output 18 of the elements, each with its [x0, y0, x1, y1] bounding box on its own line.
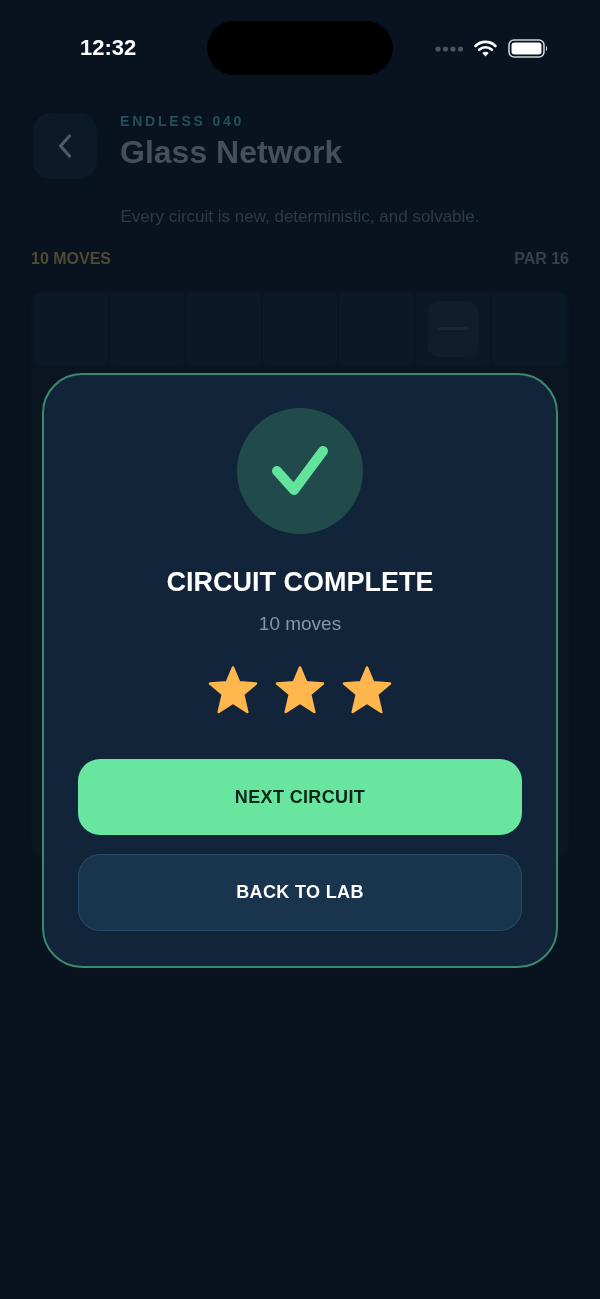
wifi-icon — [474, 40, 497, 57]
level-label: ENDLESS 040 — [120, 112, 246, 130]
star-filled-icon — [208, 666, 258, 714]
move-counter: 10 MOVES — [31, 249, 112, 269]
next-circuit-button[interactable]: NEXT CIRCUIT — [78, 759, 522, 835]
checkmark-icon — [237, 408, 363, 534]
dialog-title: CIRCUIT COMPLETE — [166, 566, 434, 598]
back-to-lab-button[interactable]: BACK TO LAB — [78, 854, 522, 931]
back-button[interactable] — [33, 113, 97, 179]
star-filled-icon — [275, 666, 325, 714]
chevron-left-icon — [58, 134, 72, 158]
battery-icon — [508, 39, 549, 58]
star-filled-icon — [342, 666, 392, 714]
board-tile[interactable] — [415, 293, 491, 365]
status-time: 12:32 — [80, 34, 137, 62]
level-title: Glass Network — [120, 133, 343, 172]
signal-icon — [435, 45, 463, 52]
moves-summary: 10 moves — [258, 612, 342, 636]
